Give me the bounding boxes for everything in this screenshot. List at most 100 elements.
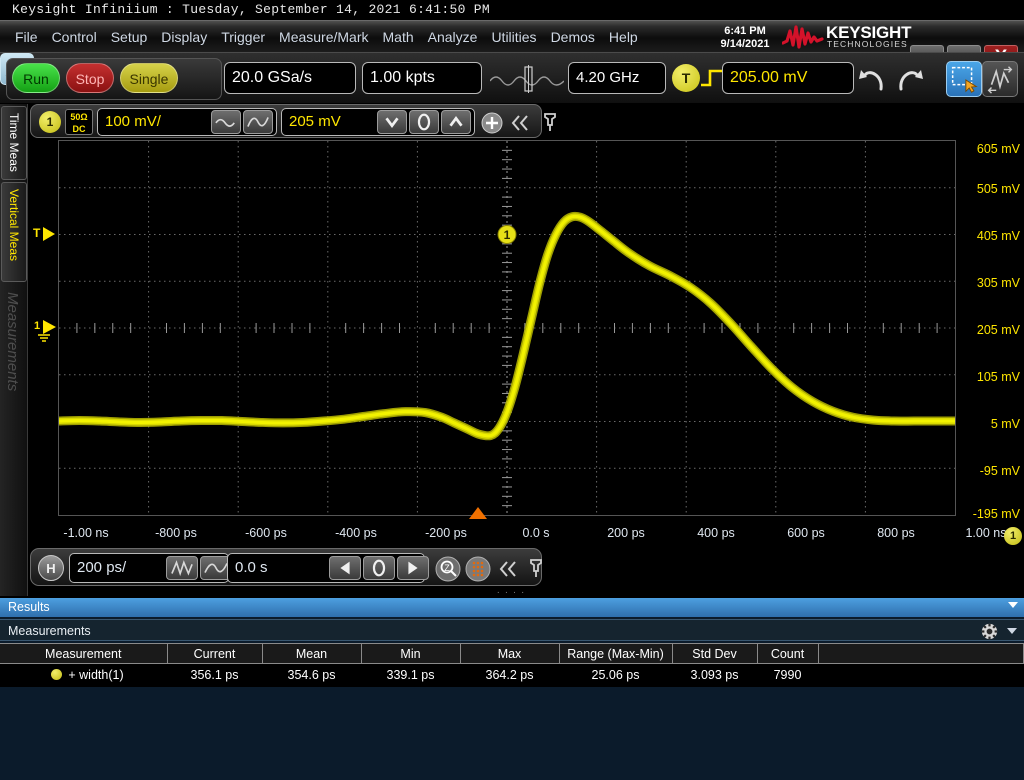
time-tick-4: -200 ps [406, 526, 486, 540]
waveform-preview-icon [490, 65, 564, 93]
sidebar-tab-vertical-meas-label: Vertical Meas [7, 189, 21, 261]
row-range: 25.06 ps [559, 664, 672, 687]
memory-depth-field[interactable]: 1.00 kpts [362, 62, 482, 94]
channel-1-badge[interactable]: 1 [39, 111, 61, 133]
delay-field[interactable]: 0.0 s [227, 553, 425, 583]
measurements-table: Measurement Current Mean Min Max Range (… [0, 643, 1024, 687]
sine-icon [244, 111, 272, 133]
svg-text:Z: Z [444, 563, 450, 573]
menu-display[interactable]: Display [154, 21, 214, 53]
chevron-down-icon [378, 111, 406, 133]
col-current[interactable]: Current [167, 644, 262, 664]
channel-1-ground-marker[interactable]: 1 [34, 316, 60, 342]
col-range[interactable]: Range (Max-Min) [559, 644, 672, 664]
volt-tick-0: 605 mV [977, 142, 1020, 156]
menu-demos[interactable]: Demos [544, 21, 602, 53]
volt-tick-3: 305 mV [977, 276, 1020, 290]
delay-zero-button[interactable] [363, 556, 395, 580]
measurements-section-label: Measurements [8, 624, 91, 638]
zoom-icon[interactable]: Z [435, 556, 461, 582]
col-min[interactable]: Min [361, 644, 460, 664]
svg-text:1: 1 [504, 228, 511, 242]
volt-tick-2: 405 mV [977, 229, 1020, 243]
time-tick-7: 400 ps [676, 526, 756, 540]
col-count[interactable]: Count [757, 644, 818, 664]
menu-measure-mark[interactable]: Measure/Mark [272, 21, 375, 53]
zero-offset-icon [410, 111, 438, 133]
marquee-select-button[interactable] [946, 61, 982, 97]
horizontal-control-bar: H 200 ps/ 0.0 s [30, 548, 542, 586]
run-button[interactable]: Run [12, 63, 60, 93]
measurements-menu-icon[interactable] [1007, 628, 1017, 634]
double-chevron-left-icon[interactable] [509, 112, 531, 134]
volt-tick-6: 5 mV [991, 417, 1020, 431]
time-tick-0: -1.00 ns [46, 526, 126, 540]
menu-analyze[interactable]: Analyze [421, 21, 485, 53]
redo-icon[interactable] [892, 63, 924, 95]
sample-rate-field[interactable]: 20.0 GSa/s [224, 62, 356, 94]
horizontal-badge[interactable]: H [38, 555, 64, 581]
col-mean[interactable]: Mean [262, 644, 361, 664]
double-chevron-left-icon[interactable] [497, 558, 519, 580]
time-tick-6: 200 ps [586, 526, 666, 540]
plus-icon[interactable] [481, 112, 503, 134]
measurements-section-header: Measurements [0, 619, 1024, 641]
sine-button[interactable] [243, 110, 273, 134]
zero-delay-icon [364, 557, 394, 579]
dots-pattern-icon[interactable] [465, 556, 491, 582]
menu-trigger[interactable]: Trigger [214, 21, 272, 53]
menu-setup[interactable]: Setup [104, 21, 155, 53]
menu-utilities[interactable]: Utilities [484, 21, 543, 53]
trigger-level-marker[interactable]: T [32, 222, 58, 246]
bandwidth-field[interactable]: 4.20 GHz [568, 62, 666, 94]
col-stddev[interactable]: Std Dev [672, 644, 757, 664]
col-max[interactable]: Max [460, 644, 559, 664]
menu-control[interactable]: Control [45, 21, 104, 53]
zoom-waveform-button[interactable] [166, 556, 198, 580]
voltage-axis: 605 mV 505 mV 405 mV 305 mV 205 mV 105 m… [960, 140, 1024, 522]
time-tick-3: -400 ps [316, 526, 396, 540]
sidebar-tab-vertical-meas[interactable]: Vertical Meas [1, 182, 27, 282]
col-measurement[interactable]: Measurement [0, 644, 167, 664]
delay-right-button[interactable] [397, 556, 429, 580]
row-measurement-name[interactable]: + width(1) [0, 664, 167, 687]
graticule[interactable]: 1 [58, 140, 956, 516]
trigger-level-field[interactable]: 205.00 mV [722, 62, 854, 94]
channel-1-impedance[interactable]: 50Ω DC [65, 109, 93, 135]
pin-icon[interactable] [525, 557, 547, 579]
table-header-row: Measurement Current Mean Min Max Range (… [0, 644, 1024, 664]
delay-left-button[interactable] [329, 556, 361, 580]
menu-math[interactable]: Math [376, 21, 421, 53]
sidebar-measurements-text: Measurements [4, 292, 21, 391]
row-measurement-label: + width(1) [68, 668, 123, 682]
time-tick-1: -800 ps [136, 526, 216, 540]
pane-resize-handle[interactable]: · · · · [495, 587, 527, 595]
table-row[interactable]: + width(1) 356.1 ps 354.6 ps 339.1 ps 36… [0, 664, 1024, 687]
channel-1-axis-badge[interactable]: 1 [1004, 527, 1022, 545]
results-collapse-icon[interactable] [1008, 602, 1018, 608]
menu-help[interactable]: Help [602, 21, 645, 53]
gear-icon[interactable] [981, 623, 998, 640]
waveform-navigate-icon [983, 62, 1017, 96]
offset-increase-button[interactable] [441, 110, 471, 134]
volt-tick-5: 105 mV [977, 370, 1020, 384]
sidebar-tab-time-meas[interactable]: Time Meas [1, 106, 27, 180]
pin-icon[interactable] [539, 111, 561, 133]
menu-items: File Control Setup Display Trigger Measu… [8, 21, 645, 53]
menu-file[interactable]: File [8, 21, 45, 53]
waveform-navigate-button[interactable] [982, 61, 1018, 97]
ac-coupling-button[interactable] [211, 110, 241, 134]
offset-decrease-button[interactable] [377, 110, 407, 134]
offset-zero-button[interactable] [409, 110, 439, 134]
results-title: Results [0, 598, 1024, 617]
volt-tick-1: 505 mV [977, 182, 1020, 196]
single-button[interactable]: Single [120, 63, 178, 93]
trigger-position-arrow[interactable] [468, 506, 488, 520]
volt-tick-8: -195 mV [973, 507, 1020, 521]
undo-icon[interactable] [858, 63, 890, 95]
trigger-badge[interactable]: T [672, 64, 700, 92]
row-stddev: 3.093 ps [672, 664, 757, 687]
menu-bar: File Control Setup Display Trigger Measu… [0, 20, 1024, 52]
sidebar-tab-time-meas-label: Time Meas [7, 113, 21, 172]
stop-button[interactable]: Stop [66, 63, 114, 93]
